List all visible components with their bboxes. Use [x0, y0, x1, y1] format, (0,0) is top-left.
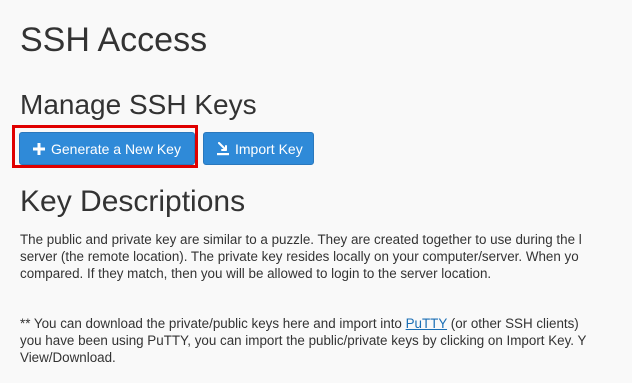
import-key-button[interactable]: Import Key: [203, 132, 314, 165]
download-import-paragraph: ** You can download the private/public k…: [20, 315, 586, 366]
key-description-paragraph: The public and private key are similar t…: [20, 231, 582, 282]
ssh-access-page: SSH Access Manage SSH Keys Generate a Ne…: [0, 0, 632, 383]
import-icon: [216, 141, 230, 156]
generate-new-key-label: Generate a New Key: [51, 140, 181, 157]
paragraph-line: you have been using PuTTY, you can impor…: [20, 333, 587, 348]
paragraph-text: ** You can download the private/public k…: [20, 316, 406, 331]
plus-icon: [32, 142, 46, 156]
page-title: SSH Access: [20, 21, 208, 59]
generate-new-key-button[interactable]: Generate a New Key: [19, 132, 195, 165]
key-descriptions-heading: Key Descriptions: [20, 185, 246, 218]
paragraph-line: View/Download.: [20, 350, 116, 365]
paragraph-text: (or other SSH clients): [447, 316, 579, 331]
paragraph-line: server (the remote location). The privat…: [20, 249, 579, 264]
paragraph-line: compared. If they match, then you will b…: [20, 266, 492, 281]
manage-ssh-keys-heading: Manage SSH Keys: [20, 89, 257, 120]
import-key-label: Import Key: [235, 140, 303, 157]
paragraph-line: ** You can download the private/public k…: [20, 315, 586, 332]
paragraph-line: The public and private key are similar t…: [20, 232, 582, 247]
putty-link[interactable]: PuTTY: [406, 316, 447, 331]
